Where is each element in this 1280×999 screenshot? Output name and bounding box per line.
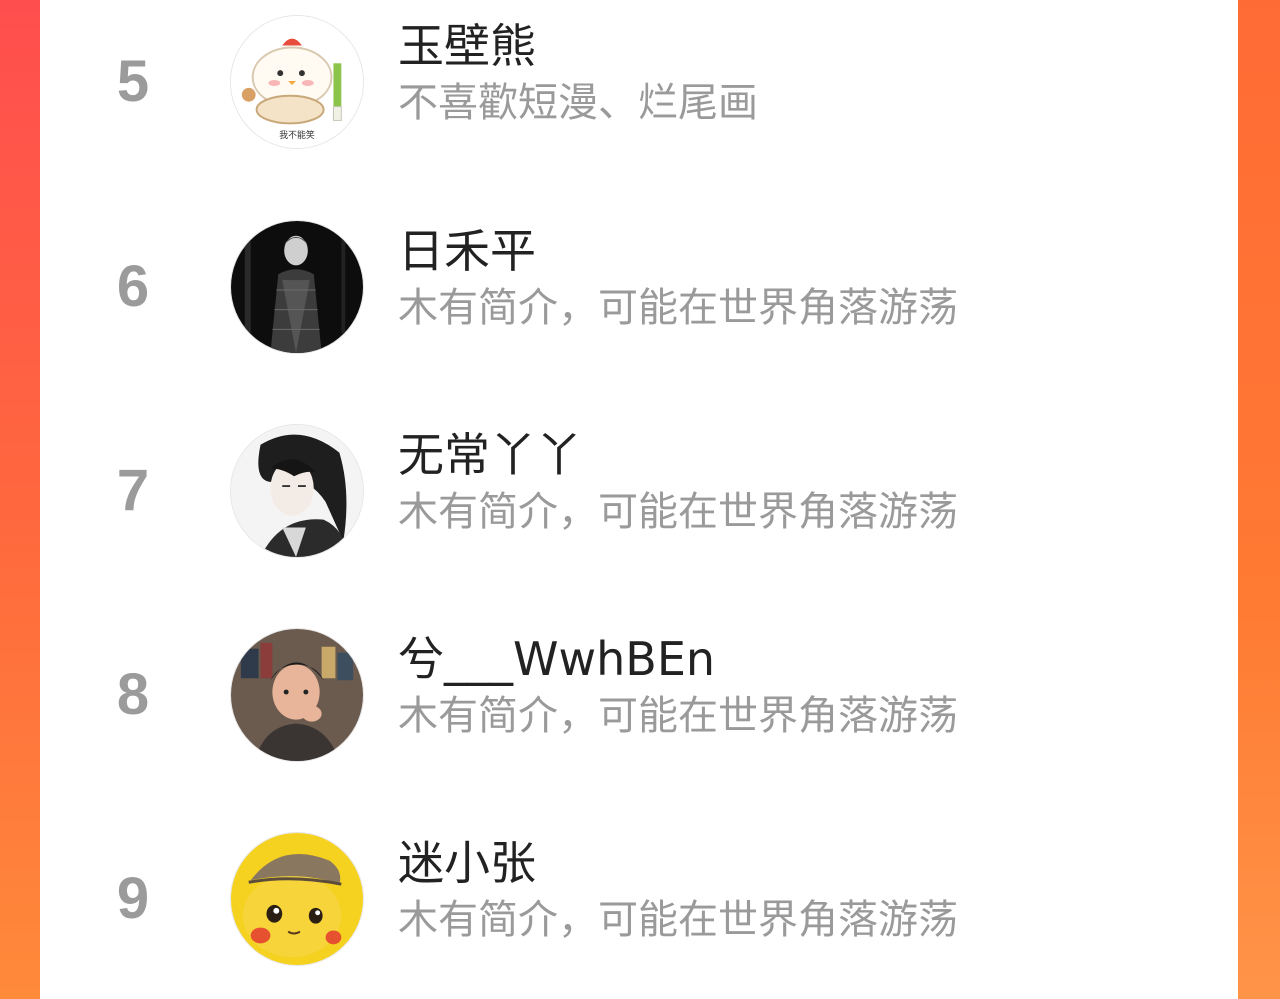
- user-name[interactable]: 日禾平: [398, 221, 958, 281]
- avatar[interactable]: [230, 220, 364, 354]
- ranking-row[interactable]: 7 无常丫丫 木有简介，可能在世界角落游荡: [40, 421, 1238, 561]
- avatar[interactable]: 我不能笑: [230, 15, 364, 149]
- avatar[interactable]: [230, 628, 364, 762]
- user-name[interactable]: 兮___WwhBEn: [398, 629, 958, 689]
- user-info: 玉壁熊 不喜歡短漫、烂尾画: [398, 16, 758, 130]
- rank-number: 6: [116, 254, 150, 319]
- ranking-row[interactable]: 8 兮___WwhBEn 木有简介，可能在世界角落游荡: [40, 625, 1238, 765]
- avatar[interactable]: [230, 424, 364, 558]
- avatar[interactable]: [230, 832, 364, 966]
- avatar-caption: 我不能笑: [279, 129, 315, 141]
- user-bio: 不喜歡短漫、烂尾画: [398, 80, 758, 126]
- user-name[interactable]: 玉壁熊: [398, 16, 758, 76]
- user-info: 迷小张 木有简介，可能在世界角落游荡: [398, 833, 958, 947]
- user-bio: 木有简介，可能在世界角落游荡: [398, 489, 958, 535]
- bw-portrait-avatar-icon: [231, 221, 363, 353]
- pikachu-avatar-icon: [231, 833, 363, 965]
- user-info: 兮___WwhBEn 木有简介，可能在世界角落游荡: [398, 629, 958, 743]
- cartoon-chicken-avatar-icon: 我不能笑: [231, 16, 363, 148]
- user-bio: 木有简介，可能在世界角落游荡: [398, 285, 958, 331]
- user-info: 日禾平 木有简介，可能在世界角落游荡: [398, 221, 958, 335]
- ranking-row[interactable]: 9 迷小张 木有简介，可能在世界角落游荡: [40, 829, 1238, 969]
- rank-number: 9: [116, 866, 150, 931]
- svg-text:我不能笑: 我不能笑: [279, 129, 315, 141]
- illustrated-boy-avatar-icon: [231, 629, 363, 761]
- user-bio: 木有简介，可能在世界角落游荡: [398, 897, 958, 943]
- user-name[interactable]: 无常丫丫: [398, 425, 958, 485]
- user-bio: 木有简介，可能在世界角落游荡: [398, 693, 958, 739]
- right-accent-bar: [1238, 0, 1280, 999]
- rank-number: 5: [116, 49, 150, 114]
- rank-number: 7: [116, 458, 150, 523]
- rank-number: 8: [116, 662, 150, 727]
- ranking-row[interactable]: 5 我不能笑 玉壁熊 不喜歡短漫、烂尾画: [40, 12, 1238, 152]
- ranking-list: 5 我不能笑 玉壁熊 不喜歡短漫、烂尾画 6 日禾平 木有简介，可能在世界角落游…: [40, 0, 1238, 999]
- ranking-row[interactable]: 6 日禾平 木有简介，可能在世界角落游荡: [40, 217, 1238, 357]
- user-info: 无常丫丫 木有简介，可能在世界角落游荡: [398, 425, 958, 539]
- user-name[interactable]: 迷小张: [398, 833, 958, 893]
- anime-character-avatar-icon: [231, 425, 363, 557]
